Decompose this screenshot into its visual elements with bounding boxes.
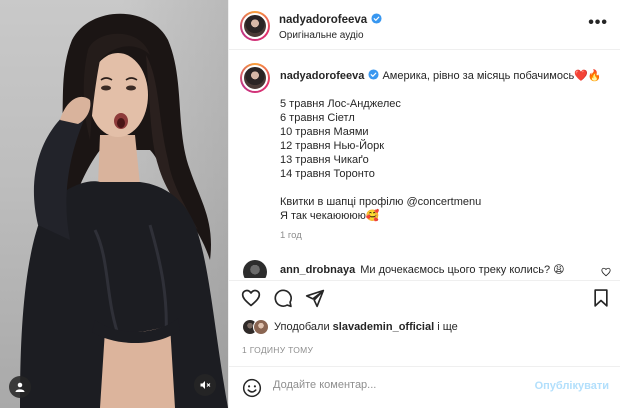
- caption-username[interactable]: nadyadorofeeva: [280, 70, 364, 82]
- post-media[interactable]: [0, 0, 228, 408]
- action-bar: [229, 280, 620, 314]
- comment-text: Ми дочекаємось цього треку колись? 😩: [360, 264, 565, 276]
- post-details-panel: nadyadorofeeva Оригінальне аудіо ••• nad…: [228, 0, 620, 408]
- emoji-icon[interactable]: [242, 378, 262, 398]
- author-avatar[interactable]: [240, 11, 270, 41]
- user-tag-icon: [15, 382, 25, 392]
- comment-icon[interactable]: [273, 288, 293, 308]
- likes-suffix[interactable]: і ще: [437, 321, 458, 333]
- post-header: nadyadorofeeva Оригінальне аудіо •••: [229, 0, 620, 50]
- mute-icon: [200, 381, 211, 389]
- comment-row: ann_drobnaya Ми дочекаємось цього треку …: [229, 258, 620, 278]
- publish-comment-button[interactable]: Опублікувати: [535, 380, 609, 392]
- commenter-avatar[interactable]: [243, 260, 267, 278]
- tour-date: 6 травня Сіетл: [280, 112, 355, 124]
- post-photo: [20, 13, 228, 408]
- more-options-button[interactable]: •••: [588, 14, 608, 32]
- caption-block: nadyadorofeeva Америка, рівно за місяць …: [229, 50, 620, 282]
- tour-date: 14 травня Торонто: [280, 168, 375, 180]
- comment-input[interactable]: [273, 379, 533, 391]
- caption-first-line: nadyadorofeeva Америка, рівно за місяць …: [280, 69, 610, 83]
- caption-tickets: Квитки в шапці профілю @concertmenu: [280, 196, 482, 208]
- author-name-row: nadyadorofeeva: [279, 13, 382, 26]
- post-timestamp[interactable]: 1 ГОДИНУ ТОМУ: [242, 345, 313, 355]
- caption-timestamp: 1 год: [280, 230, 302, 241]
- verified-icon: [368, 69, 379, 80]
- likes-user[interactable]: slavademin_official: [333, 321, 435, 333]
- tour-date: 13 травня Чикаґо: [280, 154, 369, 166]
- original-audio-link[interactable]: Оригінальне аудіо: [279, 30, 364, 41]
- more-icon: •••: [588, 14, 608, 31]
- caption-excited: Я так чекаюююю🥰: [280, 210, 380, 222]
- commenter-username[interactable]: ann_drobnaya: [280, 264, 355, 276]
- tour-date: 12 травня Нью-Йорк: [280, 140, 385, 152]
- liker-avatar[interactable]: [253, 319, 269, 335]
- author-username[interactable]: nadyadorofeeva: [279, 14, 367, 26]
- user-tag-button[interactable]: [9, 376, 31, 398]
- add-comment-bar: Опублікувати: [229, 366, 620, 408]
- tour-date: 10 травня Маями: [280, 126, 369, 138]
- caption-author-avatar[interactable]: [240, 63, 270, 93]
- likes-summary: Уподобали slavademin_official і ще: [242, 318, 458, 336]
- tour-date: 5 травня Лос-Анджелес: [280, 98, 401, 110]
- verified-icon: [371, 13, 382, 24]
- caption-headline: Америка, рівно за місяць побачимось❤️🔥: [382, 70, 602, 82]
- heart-icon[interactable]: [241, 288, 261, 308]
- likes-prefix: Уподобали: [274, 321, 330, 333]
- comment-text-row: ann_drobnaya Ми дочекаємось цього треку …: [280, 263, 565, 276]
- comment-heart-icon[interactable]: [601, 267, 611, 277]
- mute-button[interactable]: [194, 374, 216, 396]
- bookmark-icon[interactable]: [591, 288, 611, 308]
- caption-text: nadyadorofeeva Америка, рівно за місяць …: [280, 69, 610, 223]
- share-icon[interactable]: [305, 288, 325, 308]
